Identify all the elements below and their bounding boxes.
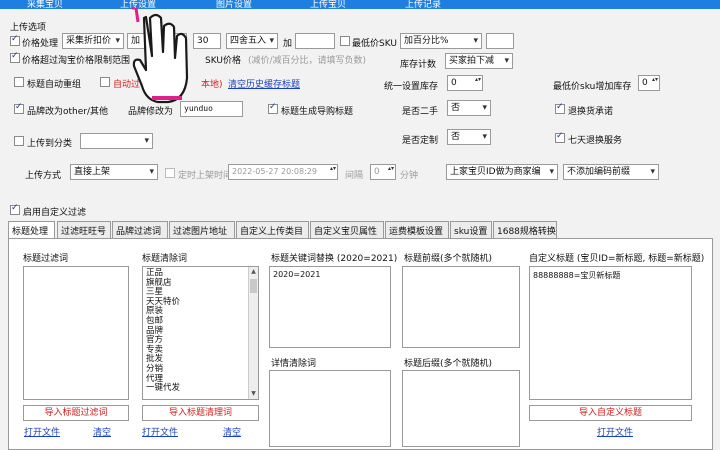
detail-clear-textarea[interactable]	[269, 370, 391, 447]
sku-price-label: SKU价格	[205, 56, 241, 66]
custom-made-label: 是否定制	[402, 136, 439, 146]
seven-day-label: 七天退换服务	[568, 136, 623, 146]
top-nav: 采集宝贝 上传设置 图片设置 上传宝贝 上传记录	[0, 0, 720, 10]
rounding-select[interactable]: 四舍五入	[226, 33, 278, 49]
price-mode-select[interactable]: 采集折扣价	[62, 33, 124, 49]
keyword-replace-textarea[interactable]: 2020=2021	[269, 266, 391, 348]
nav-image-settings[interactable]: 图片设置	[216, 0, 252, 10]
open-file-link-1[interactable]: 打开文件	[24, 425, 60, 438]
custom-title-value: 88888888=宝贝新标题	[533, 271, 621, 280]
prefix-code-select[interactable]: 不添加编码前缀	[563, 164, 659, 180]
tab-title-processing[interactable]: 标题处理	[8, 221, 55, 239]
stock-count-label: 库存计数	[400, 60, 437, 70]
upload-mode-label: 上传方式	[25, 171, 62, 181]
custom-title-label: 自定义标题 (宝贝ID=新标题, 标题=新标题)	[529, 254, 705, 264]
clear-cache-link[interactable]: 清空历史缓存标题	[228, 77, 300, 90]
upload-category-checkbox[interactable]	[14, 136, 24, 146]
add-label: 加	[283, 39, 293, 49]
import-custom-button[interactable]: 导入自定义标题	[529, 405, 692, 421]
second-hand-select[interactable]: 否	[447, 100, 491, 116]
hand-cursor-icon	[132, 8, 189, 104]
scroll-thumb[interactable]	[250, 279, 257, 293]
title-processing-panel: 标题过滤词 导入标题过滤词 打开文件 清空 标题清除词 正品 旗舰店 三星 天天特价原…	[8, 238, 713, 450]
upload-category-label: 上传到分类	[27, 139, 73, 149]
section-title: 上传选项	[10, 23, 47, 33]
return-promise-checkbox[interactable]	[555, 102, 565, 114]
title-clear-scrollbar[interactable]: ▲ ▼	[248, 267, 258, 399]
price-label: 价格处理	[22, 39, 59, 49]
price-checkbox[interactable]	[10, 34, 20, 46]
suffix-textarea[interactable]	[402, 370, 520, 447]
scroll-up-icon[interactable]: ▲	[249, 267, 258, 277]
import-filter-button[interactable]: 导入标题过滤词	[23, 405, 129, 421]
prefix-label: 标题前缀(多个就随机)	[404, 254, 493, 264]
import-clear-button[interactable]: 导入标题清理词	[142, 405, 259, 421]
gen-title-checkbox[interactable]	[268, 102, 278, 114]
nav-upload-items[interactable]: 上传宝贝	[310, 0, 346, 10]
suffix-label: 标题后缀(多个就随机)	[404, 359, 493, 369]
title-clear-item: 一键代发	[146, 383, 181, 394]
category-select[interactable]	[80, 133, 153, 149]
interval-label: 间隔	[345, 171, 364, 181]
second-hand-label: 是否二手	[402, 107, 439, 117]
prefix-textarea[interactable]	[402, 266, 520, 348]
local-suffix: 本地)	[201, 80, 223, 90]
min-sku-checkbox[interactable]	[340, 36, 350, 46]
tab-shipping-template[interactable]: 运费模板设置	[385, 221, 449, 239]
stock-count-select[interactable]: 买家拍下减	[445, 53, 513, 69]
title-clear-label: 标题清除词	[142, 254, 188, 264]
min-sku-select[interactable]: 加百分比%	[400, 33, 482, 49]
min-sku-label: 最低价SKU	[352, 39, 397, 49]
tab-image-filter[interactable]: 过滤图片地址	[169, 221, 235, 239]
brand-other-checkbox[interactable]	[14, 102, 24, 114]
auto-title-label: 标题自动重组	[27, 80, 82, 90]
keyword-replace-label: 标题关键词替换 (2020=2021)	[271, 254, 398, 264]
nav-collect[interactable]: 采集宝贝	[27, 0, 63, 10]
timed-value-input[interactable]: 2022-05-27 20:08:29	[228, 164, 338, 180]
stock-label: 统一设置库存	[384, 82, 439, 92]
auto-local-checkbox[interactable]	[100, 77, 110, 87]
clear-link-1[interactable]: 清空	[93, 425, 111, 438]
clear-link-2[interactable]: 清空	[223, 425, 241, 438]
custom-made-select[interactable]: 否	[447, 129, 491, 145]
open-file-link-3[interactable]: 打开文件	[597, 425, 633, 438]
interval-spin[interactable]: 0	[370, 164, 396, 180]
enable-filter-label: 启用自定义过滤	[23, 208, 87, 218]
limit-checkbox[interactable]	[10, 51, 20, 63]
timed-checkbox[interactable]	[165, 168, 175, 178]
gen-title-label: 标题生成导购标题	[281, 107, 354, 117]
tab-sku-settings[interactable]: sku设置	[450, 221, 492, 239]
brand-other-label: 品牌改为other/其他	[27, 107, 109, 117]
tab-brand-filter[interactable]: 品牌过滤词	[112, 221, 168, 239]
min-sku-stock-spin[interactable]: 0	[638, 75, 660, 91]
custom-title-textarea[interactable]: 88888888=宝贝新标题	[529, 266, 692, 400]
auto-title-checkbox[interactable]	[14, 77, 24, 87]
tab-custom-attributes[interactable]: 自定义宝贝属性	[310, 221, 384, 239]
nav-upload-log[interactable]: 上传记录	[405, 0, 441, 10]
tab-filter-wangwang[interactable]: 过滤旺旺号	[57, 221, 111, 239]
timed-label: 定时上架时间	[178, 171, 233, 181]
title-filter-label: 标题过滤词	[23, 254, 69, 264]
keyword-replace-value: 2020=2021	[273, 270, 321, 279]
return-promise-label: 退换货承诺	[568, 107, 614, 117]
price-hint: (减价/减百分比，请填写负数)	[248, 56, 367, 66]
seven-day-checkbox[interactable]	[555, 131, 565, 143]
limit-label: 价格超过淘宝价格限制范围	[22, 56, 131, 66]
title-clear-textarea[interactable]: 正品 旗舰店 三星 天天特价 原装 包邮 品牌 官方 专卖 批发 分销 代理 一键代发 ▲ ▼	[142, 266, 259, 400]
scroll-down-icon[interactable]: ▼	[249, 389, 258, 399]
stock-spin[interactable]: 0	[447, 75, 483, 91]
tab-custom-category[interactable]: 自定义上传类目	[236, 221, 309, 239]
min-sku-value-input[interactable]	[486, 33, 514, 49]
upload-mode-select[interactable]: 直接上架	[70, 164, 158, 180]
minute-label: 分钟	[400, 171, 419, 181]
title-filter-textarea[interactable]	[23, 266, 129, 400]
merchant-code-select[interactable]: 上家宝贝ID做为商家编	[446, 164, 558, 180]
tab-1688-spec[interactable]: 1688规格转换	[493, 221, 557, 239]
enable-filter-checkbox[interactable]	[10, 203, 20, 215]
detail-clear-label: 详情清除词	[271, 359, 317, 369]
open-file-link-2[interactable]: 打开文件	[142, 425, 178, 438]
add-value-input[interactable]	[295, 33, 335, 49]
min-sku-stock-label: 最低价sku增加库存	[553, 82, 632, 92]
